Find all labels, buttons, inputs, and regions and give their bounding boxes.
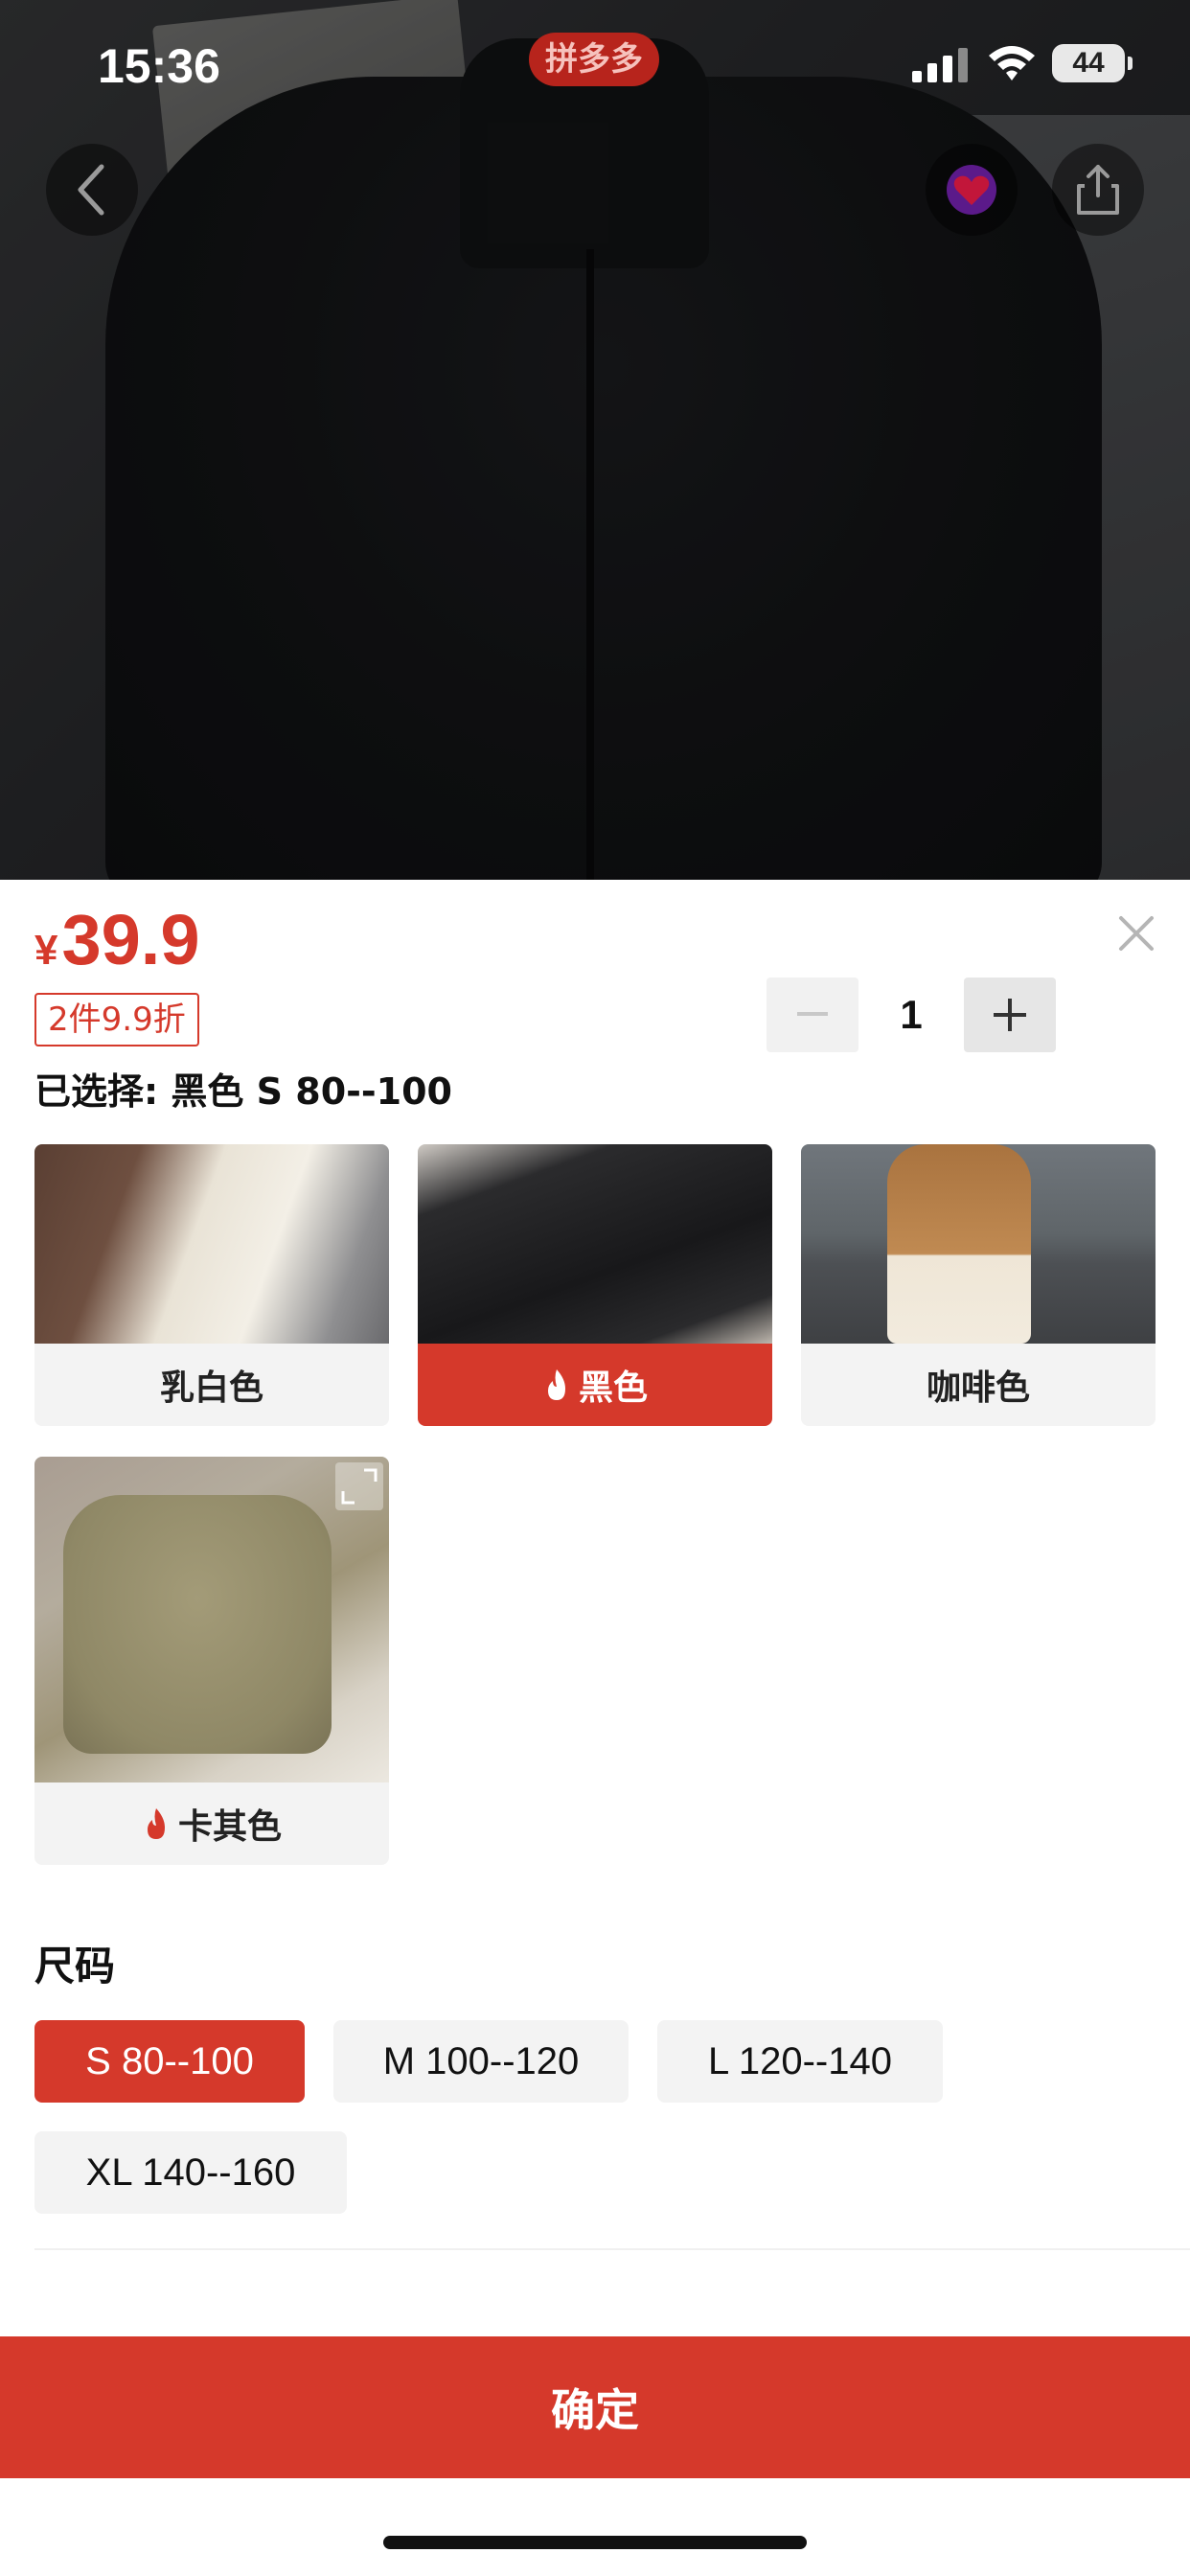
size-section-title: 尺码 (34, 1943, 116, 1990)
color-option-name: 乳白色 (159, 1368, 263, 1408)
size-option-m[interactable]: M 100--120 (333, 2020, 629, 2103)
flame-icon (147, 1808, 165, 1839)
plus-icon (994, 999, 1026, 1031)
share-button[interactable] (1052, 144, 1144, 236)
favorite-button[interactable] (926, 144, 1018, 236)
color-option-label: 卡其色 (34, 1782, 389, 1865)
chevron-left-icon (78, 164, 104, 216)
color-option-black[interactable]: 黑色 (418, 1144, 772, 1426)
color-option-label: 乳白色 (34, 1344, 389, 1426)
product-hero-image (0, 0, 1190, 880)
size-option-l[interactable]: L 120--140 (657, 2020, 943, 2103)
quantity-value[interactable]: 1 (858, 992, 964, 1038)
flame-icon (547, 1369, 565, 1400)
color-option-coffee[interactable]: 咖啡色 (801, 1144, 1156, 1426)
color-thumbnail (801, 1144, 1156, 1344)
close-icon[interactable] (1113, 910, 1159, 956)
color-option-label: 黑色 (418, 1344, 772, 1426)
price-amount: 39.9 (61, 900, 200, 979)
color-option-name: 卡其色 (177, 1807, 282, 1847)
color-thumbnail (34, 1144, 389, 1344)
color-option-name: 咖啡色 (926, 1368, 1030, 1408)
size-option-s[interactable]: S 80--100 (34, 2020, 305, 2103)
expand-icon[interactable] (335, 1462, 383, 1510)
color-option-label: 咖啡色 (801, 1344, 1156, 1426)
size-option-xl[interactable]: XL 140--160 (34, 2131, 347, 2214)
color-thumbnail (418, 1144, 772, 1344)
status-time: 15:36 (98, 39, 220, 93)
minus-icon (797, 1012, 828, 1016)
quantity-stepper: 1 (767, 978, 1056, 1052)
home-indicator (383, 2536, 807, 2549)
divider (34, 2248, 1190, 2250)
currency-symbol: ¥ (34, 927, 58, 974)
selected-options-text: 已选择: 黑色 S 80--100 (34, 1070, 452, 1113)
model-figure (887, 1144, 1031, 1344)
increase-quantity-button[interactable] (964, 978, 1056, 1052)
price: ¥ 39.9 (34, 899, 200, 980)
confirm-button[interactable]: 确定 (0, 2336, 1190, 2478)
app-indicator-pill: 拼多多 (529, 33, 659, 86)
heart-icon (947, 165, 996, 215)
discount-badge: 2件9.9折 (34, 993, 199, 1046)
cellular-signal-icon (912, 48, 968, 82)
color-option-khaki[interactable]: 卡其色 (34, 1457, 389, 1865)
color-option-name: 黑色 (578, 1368, 648, 1408)
khaki-jacket-figure (63, 1495, 332, 1754)
share-icon (1077, 165, 1119, 215)
hero-dim-overlay (0, 0, 1190, 880)
color-option-cream[interactable]: 乳白色 (34, 1144, 389, 1426)
color-thumbnail (34, 1457, 389, 1782)
battery-icon: 44 (1052, 44, 1133, 82)
wifi-icon (989, 46, 1035, 80)
decrease-quantity-button[interactable] (767, 978, 858, 1052)
sku-selection-sheet: ¥ 39.9 2件9.9折 1 已选择: 黑色 S 80--100 乳白色 黑色… (0, 880, 1190, 2576)
back-button[interactable] (46, 144, 138, 236)
status-bar: 15:36 拼多多 44 (0, 0, 1190, 125)
